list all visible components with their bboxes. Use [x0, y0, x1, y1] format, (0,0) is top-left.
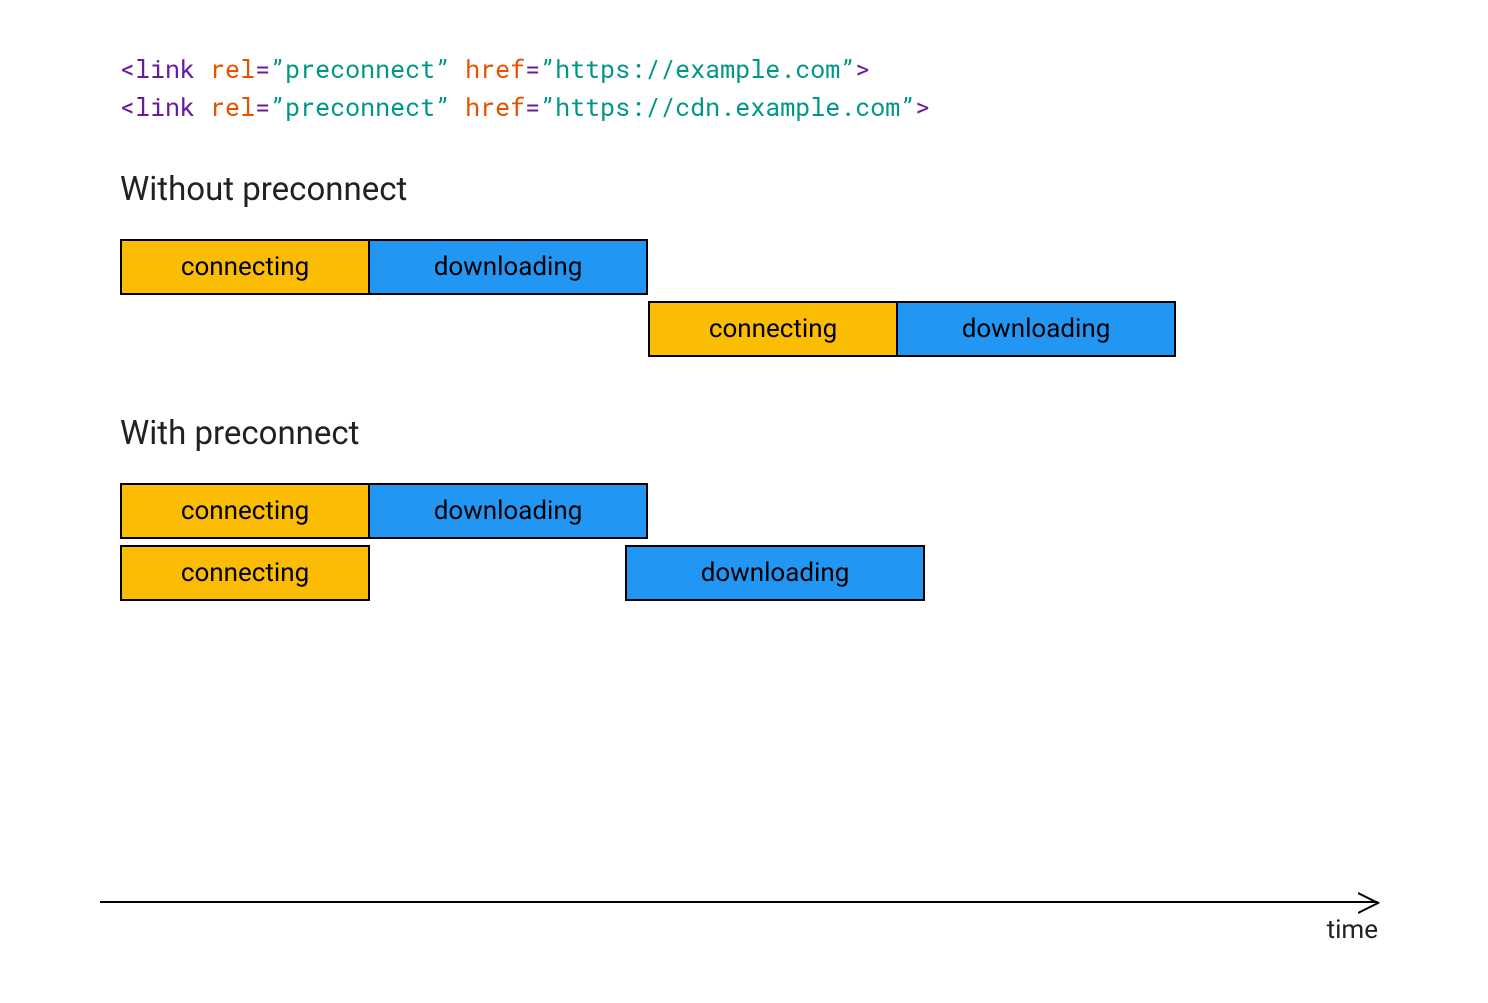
section-with-preconnect: With preconnect connecting downloading c…	[120, 414, 1368, 603]
bar-connecting: connecting	[120, 239, 370, 295]
code-open-bracket: <	[120, 90, 135, 123]
section-without-preconnect: Without preconnect connecting downloadin…	[120, 170, 1368, 359]
bar-downloading: downloading	[368, 239, 648, 295]
code-attr-name: rel	[210, 52, 255, 85]
code-line-2: <link rel=”preconnect” href=”https://cdn…	[120, 88, 1368, 126]
code-open-bracket: <	[120, 52, 135, 85]
timeline-row: connecting downloading	[120, 301, 1368, 359]
code-attr-value: ”preconnect”	[270, 52, 450, 85]
bar-downloading: downloading	[368, 483, 648, 539]
heading-with: With preconnect	[120, 414, 1368, 453]
timeline-with: connecting downloading connecting downlo…	[120, 483, 1368, 603]
timeline-row: connecting downloading	[120, 483, 1368, 541]
heading-without: Without preconnect	[120, 170, 1368, 209]
code-attr-value: ”preconnect”	[270, 90, 450, 123]
code-attr-value: ”https://cdn.example.com”	[540, 90, 915, 123]
axis-label: time	[1327, 915, 1378, 945]
timeline-row: connecting downloading	[120, 239, 1368, 297]
time-axis: time	[100, 901, 1378, 903]
code-attr-name: href	[465, 52, 525, 85]
code-equals: =	[525, 52, 540, 85]
code-attr-name: rel	[210, 90, 255, 123]
axis-line	[100, 901, 1378, 903]
code-line-1: <link rel=”preconnect” href=”https://exa…	[120, 50, 1368, 88]
arrow-right-icon	[1358, 892, 1382, 914]
bar-downloading: downloading	[896, 301, 1176, 357]
bar-connecting: connecting	[120, 483, 370, 539]
code-attr-name: href	[465, 90, 525, 123]
code-equals: =	[255, 90, 270, 123]
code-attr-value: ”https://example.com”	[540, 52, 855, 85]
timeline-without: connecting downloading connecting downlo…	[120, 239, 1368, 359]
code-close-bracket: >	[855, 52, 870, 85]
code-close-bracket: >	[915, 90, 930, 123]
timeline-row: connecting downloading	[120, 545, 1368, 603]
code-block: <link rel=”preconnect” href=”https://exa…	[120, 50, 1368, 125]
code-tag: link	[135, 52, 195, 85]
bar-downloading: downloading	[625, 545, 925, 601]
code-equals: =	[525, 90, 540, 123]
code-tag: link	[135, 90, 195, 123]
bar-connecting: connecting	[120, 545, 370, 601]
code-equals: =	[255, 52, 270, 85]
bar-connecting: connecting	[648, 301, 898, 357]
